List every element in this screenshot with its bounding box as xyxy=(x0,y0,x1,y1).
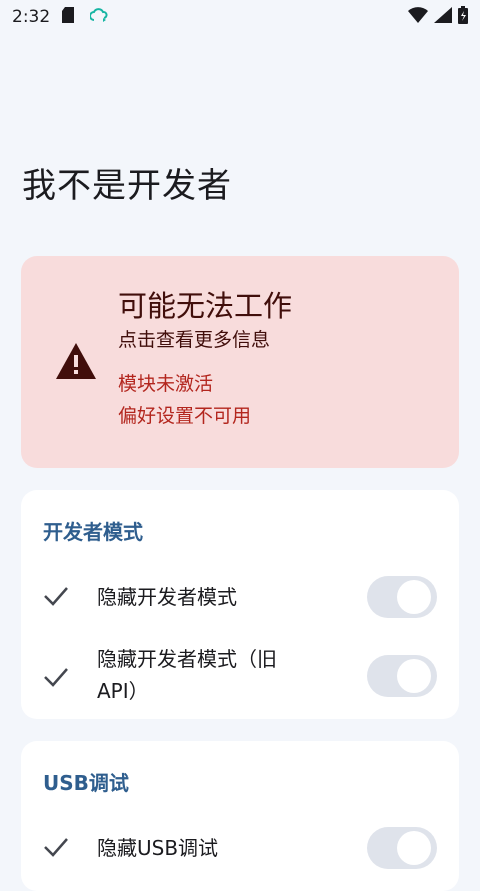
page-title: 我不是开发者 xyxy=(22,166,232,206)
battery-icon xyxy=(458,5,468,29)
setting-label-line-1: 隐藏开发者模式（旧 xyxy=(97,647,277,671)
setting-row-hide-usb-debugging[interactable]: 隐藏USB调试 xyxy=(21,826,459,870)
toggle-hide-usb-debugging[interactable] xyxy=(367,827,437,869)
wifi-icon xyxy=(408,6,428,28)
section-title-developer-mode: 开发者模式 xyxy=(43,520,143,544)
warning-triangle-icon xyxy=(55,342,97,384)
warning-card[interactable]: 可能无法工作 点击查看更多信息 模块未激活 偏好设置不可用 xyxy=(21,256,459,468)
section-title-usb-debugging: USB调试 xyxy=(43,771,129,795)
status-bar: 2:32 xyxy=(0,0,480,34)
toggle-knob xyxy=(397,580,431,614)
warning-reason-module: 模块未激活 xyxy=(118,373,214,395)
sd-card-icon xyxy=(62,6,76,28)
check-icon xyxy=(43,836,69,862)
toggle-hide-developer-mode[interactable] xyxy=(367,576,437,618)
cell-signal-icon xyxy=(434,6,452,28)
status-time: 2:32 xyxy=(12,7,51,27)
toggle-knob xyxy=(397,831,431,865)
developer-mode-card: 开发者模式 隐藏开发者模式 隐藏开发者模式（旧 API） xyxy=(21,490,459,719)
setting-label-line-2: API） xyxy=(97,679,149,703)
setting-label: 隐藏开发者模式 xyxy=(97,585,237,609)
cloud-sync-icon xyxy=(89,7,108,27)
toggle-hide-developer-mode-legacy[interactable] xyxy=(367,655,437,697)
setting-row-hide-developer-mode-legacy[interactable]: 隐藏开发者模式（旧 API） xyxy=(21,643,459,707)
check-icon xyxy=(43,585,69,611)
setting-label: 隐藏USB调试 xyxy=(97,836,219,860)
warning-subtitle: 点击查看更多信息 xyxy=(118,329,271,351)
usb-debugging-card: USB调试 隐藏USB调试 xyxy=(21,741,459,891)
toggle-knob xyxy=(397,659,431,693)
check-icon xyxy=(43,666,69,692)
warning-reason-prefs: 偏好设置不可用 xyxy=(118,405,252,427)
warning-title: 可能无法工作 xyxy=(118,289,293,323)
setting-label: 隐藏开发者模式（旧 API） xyxy=(97,643,277,707)
setting-row-hide-developer-mode[interactable]: 隐藏开发者模式 xyxy=(21,575,459,619)
